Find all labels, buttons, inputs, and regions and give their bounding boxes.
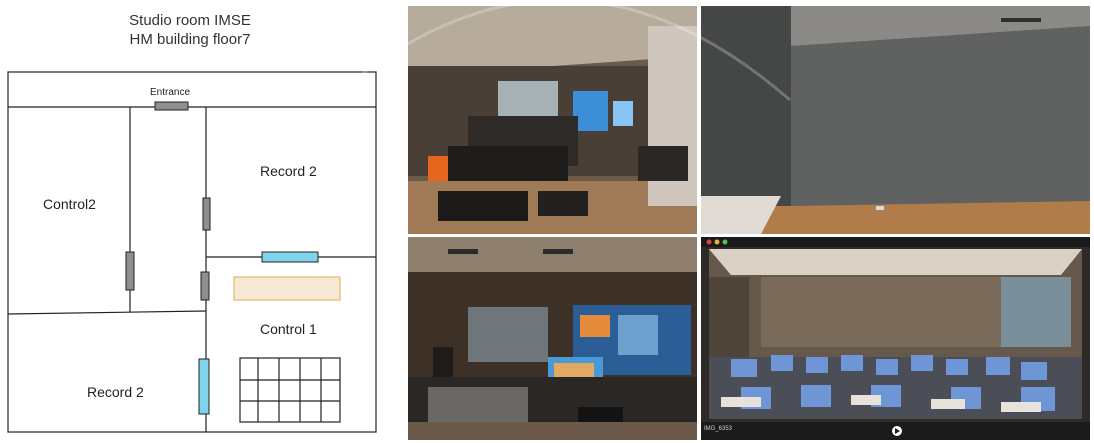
entrance-door (154, 101, 189, 111)
photo-classroom-panorama: IMG_6353 (701, 237, 1090, 440)
viewer-filename: IMG_6353 (704, 426, 733, 432)
floor-plan: Studio room IMSE HM building floor7 Entr… (0, 0, 400, 443)
floor-plan-drawing (7, 71, 377, 433)
door-control1 (200, 271, 210, 301)
console-table (233, 276, 341, 301)
wall-control2-bottom (7, 310, 207, 315)
photo-control-desk-monitors (408, 237, 697, 440)
seating-grid (239, 357, 341, 423)
door-record2 (202, 197, 211, 231)
label-record2-lower: Record 2 (87, 384, 144, 400)
window-control1 (198, 358, 210, 415)
label-entrance: Entrance (150, 87, 191, 98)
photo-studio-control-room (408, 6, 697, 234)
photo-empty-recording-room (701, 6, 1090, 234)
label-record2-upper: Record 2 (260, 163, 317, 179)
label-control1: Control 1 (260, 321, 317, 337)
door-control2 (125, 251, 135, 291)
window-record2 (261, 251, 319, 263)
label-control2: Control2 (43, 196, 96, 212)
